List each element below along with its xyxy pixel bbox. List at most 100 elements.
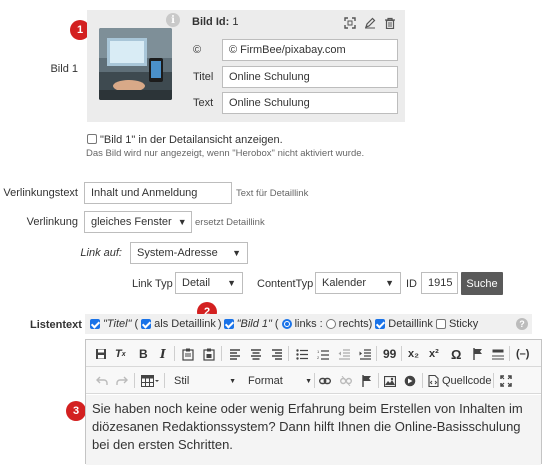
titel-paren-open: ( (134, 318, 139, 330)
trash-icon[interactable] (384, 17, 396, 32)
remove-format-icon[interactable]: Tx (115, 346, 126, 362)
embed-media-icon[interactable] (404, 373, 416, 389)
show-in-detail-label: "Bild 1" in der Detailansicht anzeigen. (100, 134, 283, 146)
sticky-label: Sticky (448, 318, 479, 330)
search-button[interactable]: Suche (461, 272, 503, 295)
subscript-icon[interactable]: x₂ (408, 346, 419, 362)
image-id-label: Bild Id: 1 (192, 16, 238, 28)
pencil-icon[interactable] (364, 17, 376, 32)
image-icon[interactable] (384, 373, 396, 389)
toolbar-separator (288, 346, 289, 361)
editor-content[interactable]: Sie haben noch keine oder wenig Erfahrun… (86, 395, 541, 465)
outdent-icon[interactable] (338, 346, 350, 362)
show-in-detail-checkbox[interactable] (87, 134, 97, 144)
bild-paren-open: ( (274, 318, 279, 330)
maximize-icon[interactable] (500, 373, 512, 389)
paste-icon[interactable] (182, 346, 194, 362)
format-dropdown[interactable]: Format ▼ (248, 373, 312, 389)
detaillink-checkbox[interactable] (375, 319, 386, 329)
content-type-value: Kalender (322, 277, 367, 289)
image-thumbnail[interactable] (99, 28, 172, 100)
svg-text:2: 2 (317, 355, 320, 360)
format-dropdown-label: Format (248, 375, 283, 387)
link-text-label: Verlinkungstext (3, 187, 78, 199)
image-id-value: 1 (232, 16, 239, 28)
anchor-flag-icon[interactable] (362, 373, 372, 389)
blockquote-icon[interactable]: 99 (383, 346, 396, 362)
bulleted-list-icon[interactable] (296, 346, 308, 362)
toolbar-separator (401, 346, 402, 361)
content-type-select[interactable]: Kalender ▼ (315, 272, 401, 294)
superscript-icon[interactable]: x² (429, 346, 439, 362)
link-icon[interactable] (319, 373, 331, 389)
save-icon[interactable] (95, 346, 107, 362)
copyright-field[interactable]: © FirmBee/pixabay.com (222, 39, 398, 61)
text-label: Text (193, 97, 214, 109)
chevron-down-icon: ▼ (229, 377, 236, 385)
rechts-radio[interactable] (325, 319, 336, 329)
link-type-label: Link Typ (132, 278, 173, 290)
toolbar-separator (314, 373, 315, 388)
link-type-value: Detail (182, 277, 211, 289)
crop-icon[interactable] (344, 17, 356, 32)
link-text-field[interactable]: Inhalt und Anmeldung (84, 182, 232, 204)
link-on-value: System-Adresse (137, 247, 218, 259)
editor-toolbar-row-2: Stil ▼ Format ▼ Quellcode (86, 367, 541, 394)
flag-icon[interactable] (473, 346, 483, 362)
link-on-label: Link auf: (80, 247, 122, 259)
links-rechts-separator: : (319, 318, 323, 330)
indent-icon[interactable] (359, 346, 371, 362)
step-badge-3: 3 (66, 401, 86, 421)
link-target-select[interactable]: gleiches Fenster ▼ (84, 211, 192, 233)
listtext-options-bar: "Titel" ( als Detaillink ) "Bild 1" ( li… (85, 314, 532, 334)
italic-icon[interactable]: I (160, 346, 166, 362)
titel-checkbox[interactable] (90, 319, 100, 329)
numbered-list-icon[interactable]: 12 (317, 346, 329, 362)
sticky-checkbox[interactable] (435, 319, 446, 329)
links-radio[interactable] (281, 319, 292, 329)
table-icon[interactable] (141, 373, 159, 389)
paste-text-icon[interactable] (203, 346, 215, 362)
content-id-field[interactable]: 1915 (421, 272, 458, 294)
chevron-down-icon: ▼ (305, 377, 312, 385)
titel-label: "Titel" (103, 318, 132, 330)
link-type-select[interactable]: Detail ▼ (175, 272, 243, 294)
text-field[interactable]: Online Schulung (222, 92, 398, 114)
link-target-value: gleiches Fenster (91, 216, 172, 228)
unlink-icon[interactable] (340, 373, 352, 389)
toolbar-separator (378, 373, 379, 388)
align-right-icon[interactable] (271, 346, 283, 362)
show-in-detail-hint: Das Bild wird nur angezeigt, wenn "Herob… (86, 148, 365, 159)
toolbar-separator (164, 373, 165, 388)
bold-icon[interactable]: B (139, 346, 148, 362)
chevron-down-icon: ▼ (232, 248, 241, 258)
image-id-key: Bild Id: (192, 16, 230, 28)
redo-icon[interactable] (116, 373, 128, 389)
info-icon[interactable]: i (166, 13, 180, 27)
bild-label: "Bild 1" (236, 318, 272, 330)
show-in-detail-checkbox-row[interactable]: "Bild 1" in der Detailansicht anzeigen. (87, 134, 283, 146)
undo-icon[interactable] (96, 373, 108, 389)
listtext-label: Listentext (30, 319, 82, 331)
bild-checkbox[interactable] (223, 319, 234, 329)
horizontal-rule-icon[interactable] (492, 346, 504, 362)
chevron-down-icon: ▼ (227, 278, 236, 288)
link-text-hint: Text für Detaillink (236, 188, 309, 199)
style-dropdown-label: Stil (174, 375, 190, 387)
title-label: Titel (193, 71, 214, 83)
help-icon[interactable]: ? (516, 318, 528, 330)
special-char-icon[interactable]: Ω (451, 346, 461, 362)
as-detaillink-label: als Detaillink (154, 318, 216, 330)
editor-toolbar-row-1: Tx B I 12 99 x₂ x² Ω (–) (86, 340, 541, 367)
source-code-button[interactable]: Quellcode (428, 373, 492, 389)
as-detaillink-checkbox[interactable] (141, 319, 152, 329)
toolbar-separator (174, 346, 175, 361)
align-left-icon[interactable] (229, 346, 241, 362)
toolbar-separator (509, 346, 510, 361)
align-center-icon[interactable] (250, 346, 262, 362)
style-dropdown[interactable]: Stil ▼ (174, 373, 236, 389)
toolbar-separator (376, 346, 377, 361)
title-field[interactable]: Online Schulung (222, 66, 398, 88)
link-on-select[interactable]: System-Adresse ▼ (130, 242, 248, 264)
code-snippet-icon[interactable]: (–) (516, 346, 529, 362)
